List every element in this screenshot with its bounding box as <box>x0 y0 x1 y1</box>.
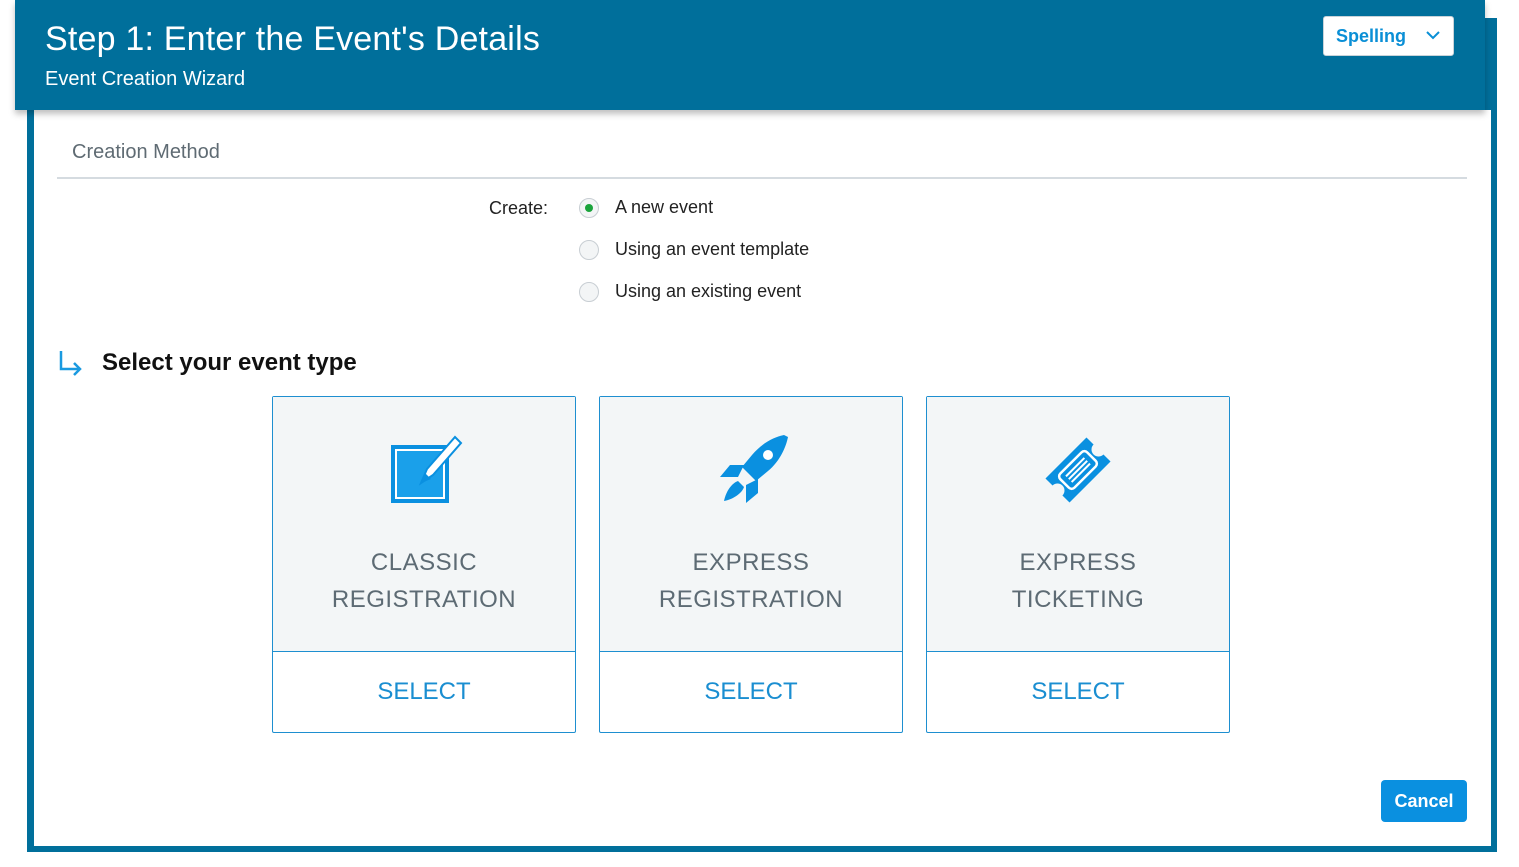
edit-square-icon <box>391 435 463 503</box>
spelling-label: Spelling <box>1336 26 1407 46</box>
chevron-down-icon <box>1426 31 1440 40</box>
card-name-line1: CLASSIC <box>370 549 478 576</box>
event-type-card-express-registration: EXPRESS REGISTRATION SELECT <box>599 396 903 733</box>
page-subtitle: Event Creation Wizard <box>45 68 246 90</box>
ticket-icon <box>1045 437 1111 503</box>
radio-label: A new event <box>615 197 714 217</box>
section-divider <box>57 177 1467 179</box>
section-title-creation-method: Creation Method <box>72 141 220 163</box>
card-body: EXPRESS REGISTRATION <box>600 397 902 652</box>
arrow-down-right-icon <box>59 351 82 376</box>
radio-button[interactable] <box>579 198 599 218</box>
select-express-ticketing-button[interactable]: SELECT <box>927 652 1229 732</box>
radio-label: Using an existing event <box>615 281 802 301</box>
card-name-line1: EXPRESS <box>1019 549 1137 576</box>
create-label: Create: <box>489 198 549 218</box>
card-name-line1: EXPRESS <box>692 549 810 576</box>
wizard-header: Step 1: Enter the Event's Details Event … <box>15 0 1485 110</box>
radio-button[interactable] <box>579 240 599 260</box>
card-name-line2: REGISTRATION <box>331 586 517 613</box>
radio-button[interactable] <box>579 282 599 302</box>
cancel-button[interactable]: Cancel <box>1381 780 1467 822</box>
card-name-line2: TICKETING <box>1011 586 1145 613</box>
event-type-card-express-ticketing: EXPRESS TICKETING SELECT <box>926 396 1230 733</box>
event-type-card-classic: CLASSIC REGISTRATION SELECT <box>272 396 576 733</box>
rocket-icon <box>720 435 788 503</box>
card-name-line2: REGISTRATION <box>658 586 844 613</box>
spelling-dropdown[interactable]: Spelling <box>1323 16 1454 56</box>
card-body: CLASSIC REGISTRATION <box>273 397 575 652</box>
event-type-heading: Select your event type <box>102 349 357 376</box>
select-express-registration-button[interactable]: SELECT <box>600 652 902 732</box>
select-classic-registration-button[interactable]: SELECT <box>273 652 575 732</box>
card-body: EXPRESS TICKETING <box>927 397 1229 652</box>
page-title: Step 1: Enter the Event's Details <box>45 20 541 58</box>
radio-label: Using an event template <box>615 239 810 259</box>
